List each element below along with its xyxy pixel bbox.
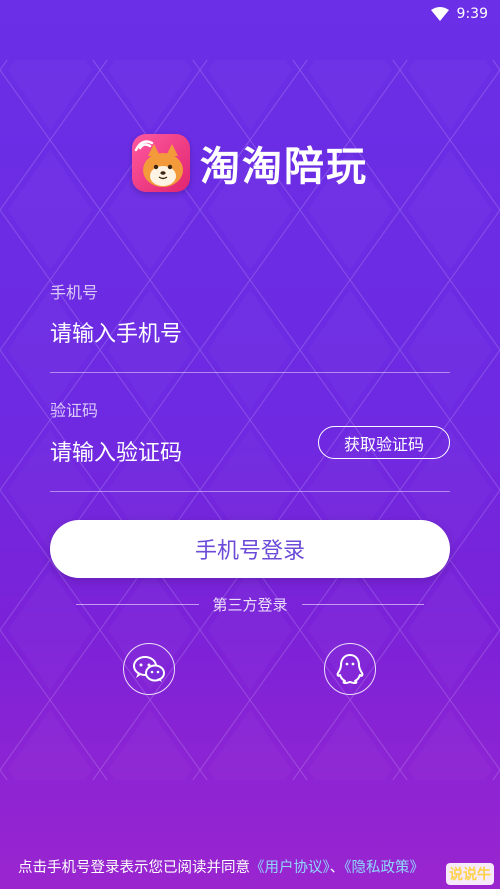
- qq-login-button[interactable]: [324, 643, 376, 695]
- agreement-separator: 、: [329, 860, 345, 876]
- code-label: 验证码: [50, 401, 99, 420]
- wifi-icon: [430, 7, 449, 21]
- app-logo: 淘淘陪玩: [0, 134, 500, 192]
- phone-login-button[interactable]: 手机号登录: [50, 520, 450, 578]
- wechat-icon: [133, 656, 165, 682]
- login-screen: 9:39 淘淘陪玩 手机号 验证码 获取验证码 手机号登录 第三方登录: [0, 0, 500, 889]
- app-icon: [132, 134, 190, 192]
- third-party-line-left: [76, 604, 199, 605]
- phone-label: 手机号: [50, 283, 99, 302]
- app-title: 淘淘陪玩: [200, 144, 368, 190]
- third-party-label: 第三方登录: [212, 596, 288, 614]
- third-party-divider: 第三方登录: [76, 594, 425, 615]
- shiba-dog-icon: [134, 140, 183, 187]
- privacy-policy-link[interactable]: 《隐私政策》: [344, 860, 424, 876]
- get-code-button[interactable]: 获取验证码: [318, 426, 450, 459]
- status-bar: 9:39: [0, 0, 500, 28]
- agreement-prefix: 点击手机号登录表示您已阅读并同意: [18, 860, 250, 876]
- code-input[interactable]: [50, 441, 300, 466]
- status-time: 9:39: [456, 6, 488, 22]
- code-divider: [50, 491, 450, 492]
- user-agreement-link[interactable]: 《用户协议》: [250, 860, 330, 876]
- watermark: 说说牛: [446, 863, 494, 885]
- phone-input[interactable]: [50, 322, 310, 347]
- agreement-text: 点击手机号登录表示您已阅读并同意《用户协议》、《隐私政策》: [18, 856, 500, 877]
- qq-icon: [336, 654, 364, 684]
- phone-divider: [50, 372, 450, 373]
- third-party-line-right: [301, 604, 425, 605]
- wechat-login-button[interactable]: [123, 643, 175, 695]
